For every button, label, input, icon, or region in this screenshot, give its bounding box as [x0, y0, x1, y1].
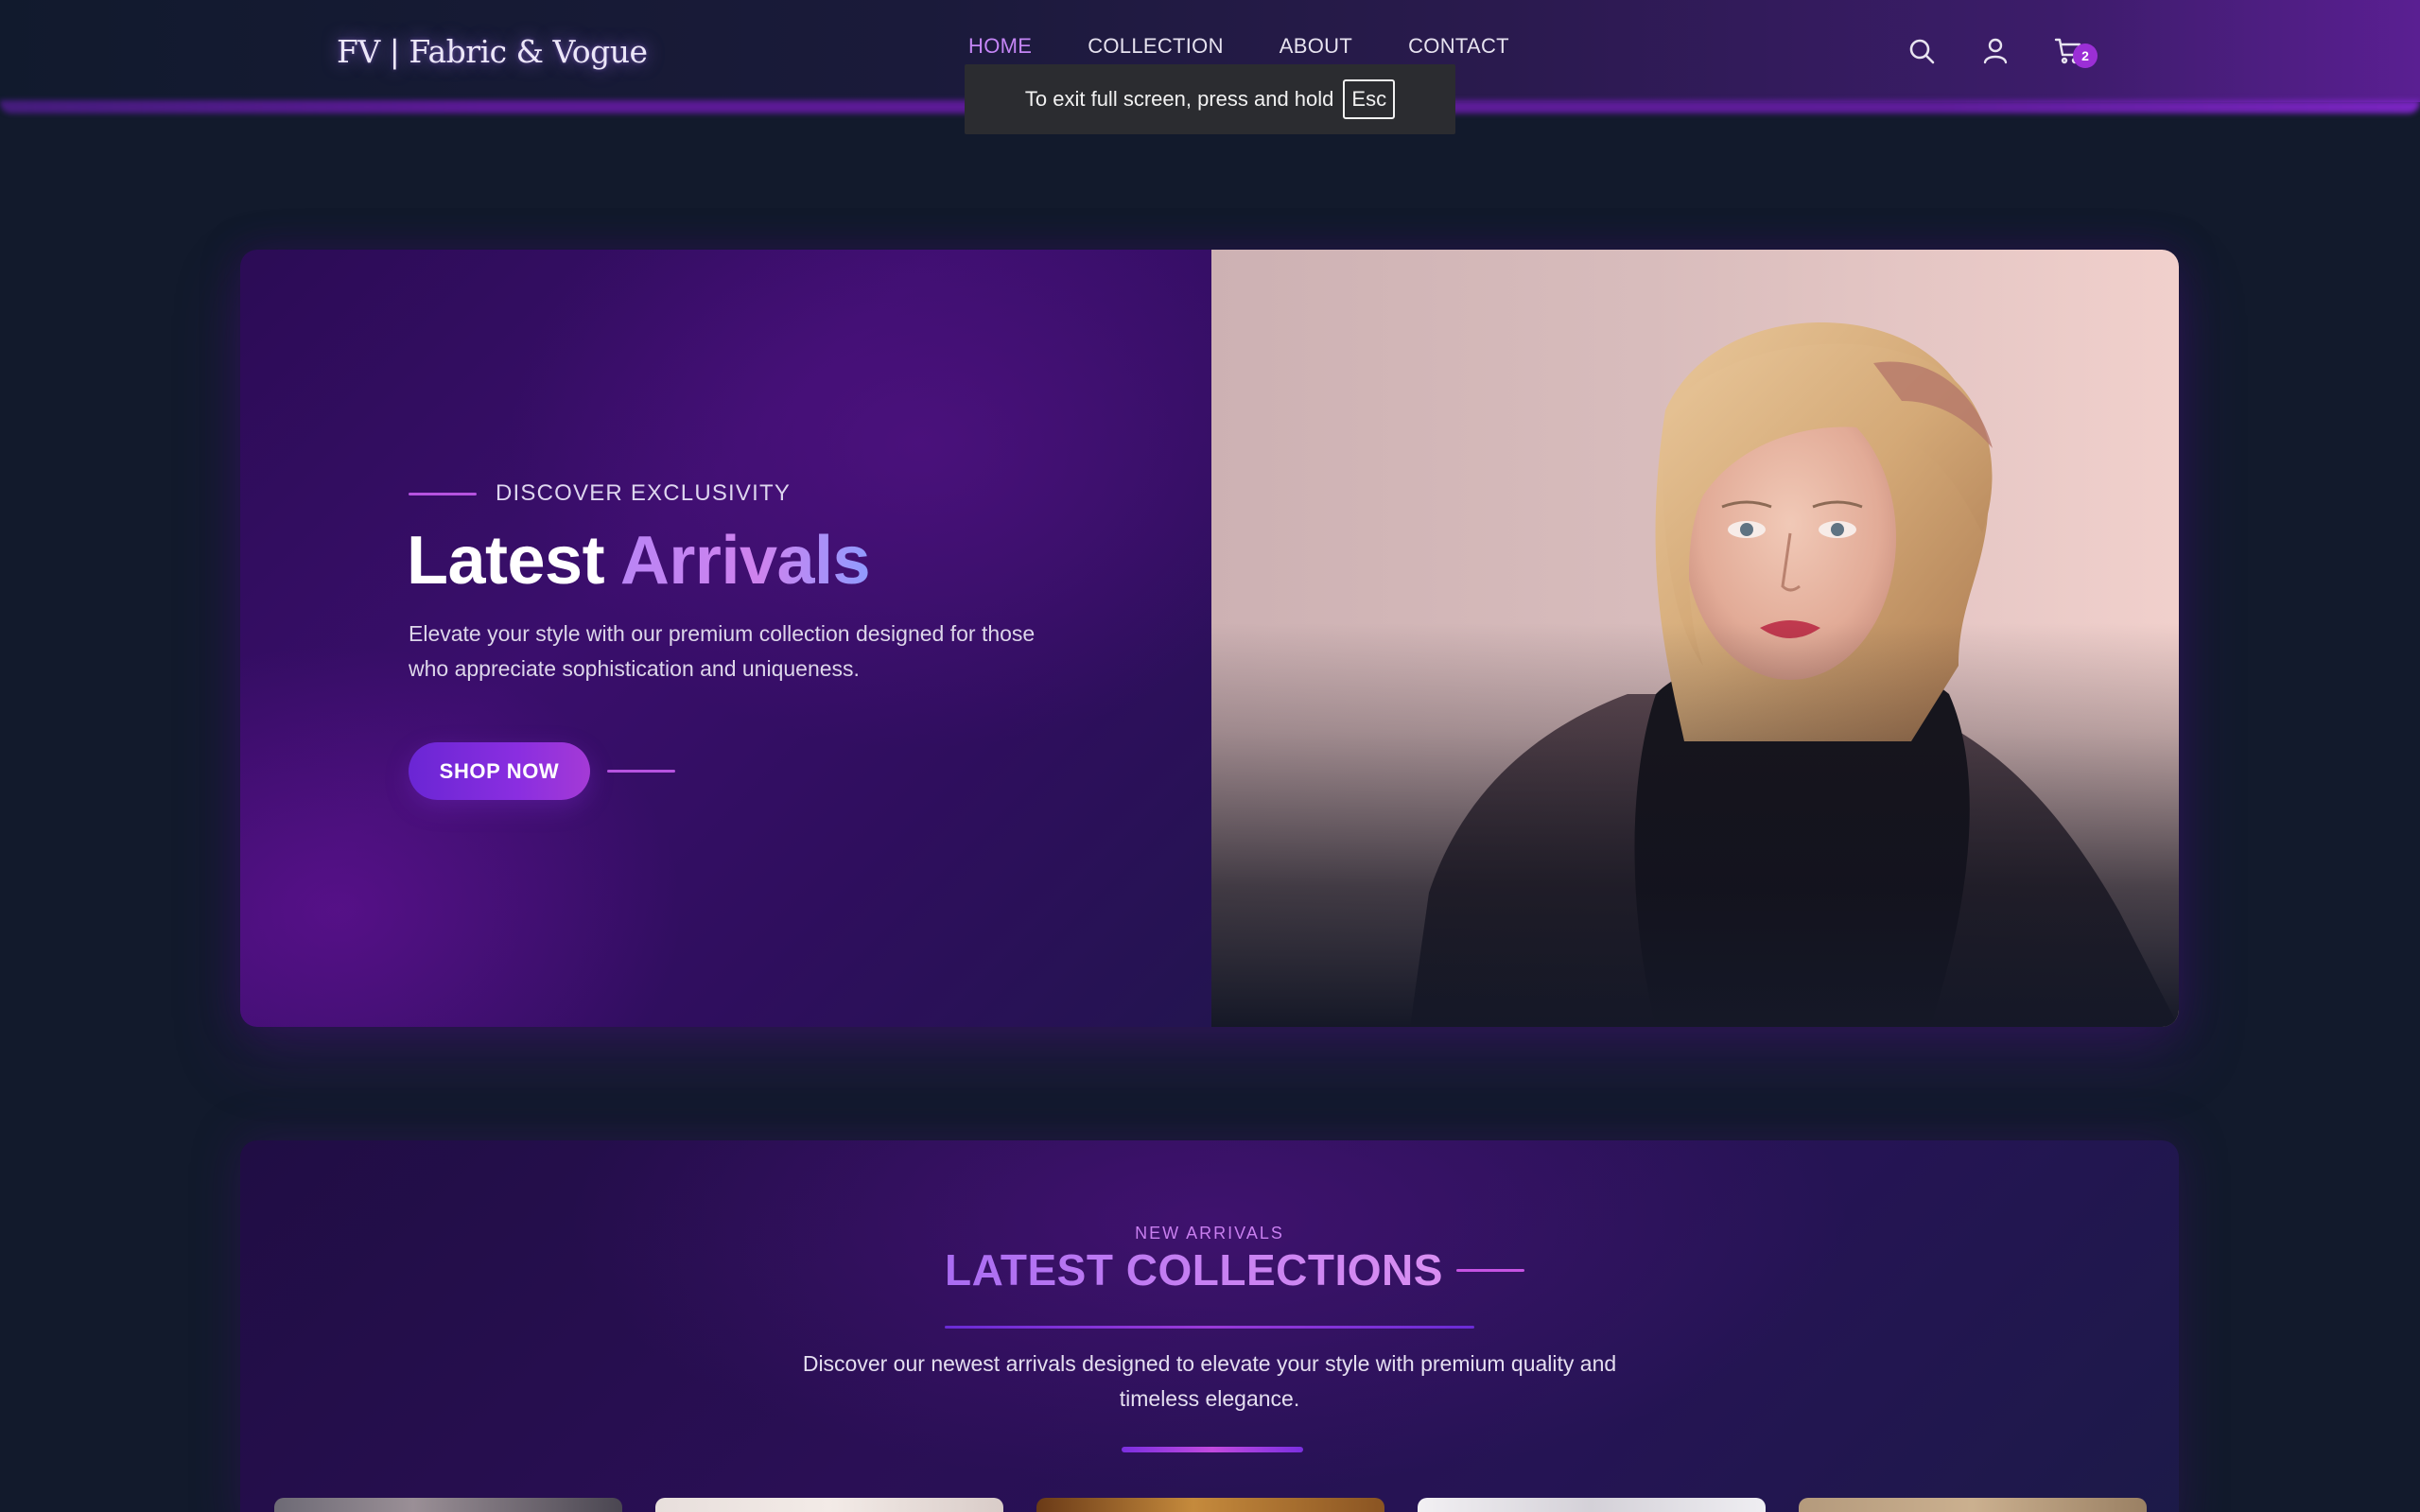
brand-logo[interactable]: FV | Fabric & Vogue [337, 26, 648, 76]
product-card[interactable] [1036, 1498, 1384, 1512]
hero-kicker: DISCOVER EXCLUSIVITY [409, 480, 791, 507]
image-fade-overlay [1211, 250, 2179, 1027]
hero-description: Elevate your style with our premium coll… [409, 621, 1036, 681]
cart-count-badge: 2 [2073, 43, 2098, 68]
search-icon[interactable] [1903, 32, 1941, 70]
product-card[interactable] [274, 1498, 622, 1512]
hero-kicker-text: DISCOVER EXCLUSIVITY [496, 480, 792, 506]
nav-link-collection[interactable]: COLLECTION [1088, 34, 1224, 59]
hero-title-word-1: Latest [407, 523, 605, 599]
section-title-row: LATEST COLLECTIONS [945, 1244, 1524, 1295]
main-nav: HOME COLLECTION ABOUT CONTACT [968, 34, 1509, 59]
title-divider [1455, 1268, 1524, 1272]
product-card[interactable] [1418, 1498, 1766, 1512]
nav-link-home[interactable]: HOME [968, 34, 1032, 59]
cart-icon[interactable]: 2 [2050, 32, 2098, 70]
product-card[interactable] [1799, 1498, 2147, 1512]
hero-title-word-2: Arrivals [619, 523, 871, 599]
fullscreen-exit-toast: To exit full screen, press and hold Esc [965, 64, 1455, 134]
section-title: LATEST COLLECTIONS [945, 1245, 1443, 1295]
toast-message: To exit full screen, press and hold [1024, 87, 1334, 111]
nav-link-contact[interactable]: CONTACT [1408, 34, 1509, 59]
hero-model-image [1211, 250, 2179, 1027]
title-underline [945, 1326, 1474, 1329]
kicker-divider [409, 492, 477, 495]
user-icon[interactable] [1976, 32, 2014, 70]
latest-collections-section: NEW ARRIVALS LATEST COLLECTIONS Discover… [240, 1140, 2179, 1512]
section-description: Discover our newest arrivals designed to… [802, 1351, 1617, 1411]
hero-title: Latest Arrivals [407, 522, 871, 600]
cta-divider [607, 770, 675, 773]
section-accent-bar [1122, 1447, 1303, 1452]
section-kicker: NEW ARRIVALS [1135, 1224, 1284, 1243]
nav-link-about[interactable]: ABOUT [1280, 34, 1352, 59]
product-card[interactable] [655, 1498, 1003, 1512]
shop-now-button[interactable]: SHOP NOW [409, 742, 590, 800]
hero-banner: DISCOVER EXCLUSIVITY Latest Arrivals Ele… [240, 250, 2179, 1027]
hero-text-panel: DISCOVER EXCLUSIVITY Latest Arrivals Ele… [240, 250, 1211, 1027]
nav-icons: 2 [1903, 32, 2098, 70]
esc-key-hint: Esc [1343, 79, 1396, 119]
product-card-row [274, 1498, 2147, 1512]
